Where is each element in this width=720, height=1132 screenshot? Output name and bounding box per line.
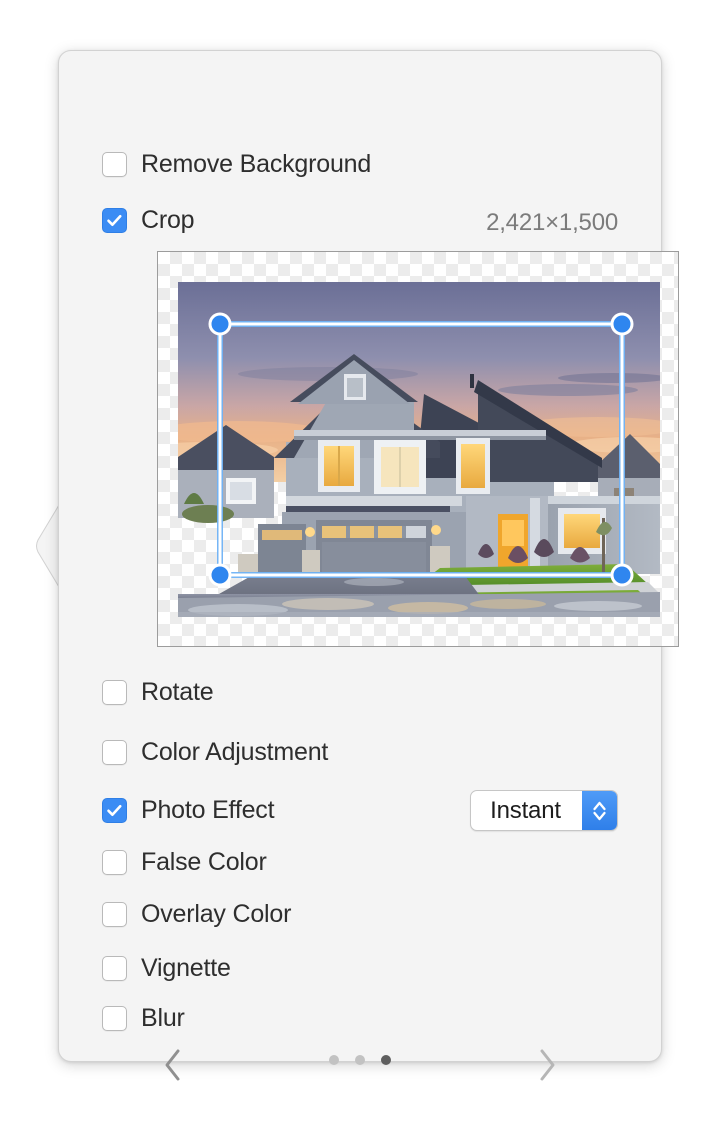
checkbox-crop[interactable]	[102, 207, 127, 233]
checkbox-row-remove-background[interactable]: Remove Background	[102, 149, 371, 179]
checkbox-row-blur[interactable]: Blur	[102, 1003, 185, 1033]
checkbox-label-rotate: Rotate	[141, 677, 214, 706]
checkbox-label-crop: Crop	[141, 205, 195, 234]
checkbox-color-adjustment[interactable]	[102, 739, 127, 765]
image-adjustments-popover: Remove Background Crop 2,421×1,500 Rotat…	[58, 50, 679, 1081]
checkbox-row-false-color[interactable]: False Color	[102, 847, 267, 877]
image-dimensions-label: 2,421×1,500	[486, 209, 618, 236]
checkbox-row-color-adjustment[interactable]: Color Adjustment	[102, 737, 328, 767]
preview-photo	[178, 282, 660, 617]
photo-effect-selected-value: Instant	[490, 796, 561, 824]
checkbox-label-remove-background: Remove Background	[141, 149, 372, 178]
crop-preview[interactable]	[157, 251, 679, 647]
checkbox-photo-effect[interactable]	[102, 797, 127, 823]
checkbox-remove-background[interactable]	[102, 151, 127, 177]
checkbox-label-vignette: Vignette	[141, 953, 231, 982]
photo-effect-popup-button[interactable]: Instant	[470, 790, 618, 831]
checkbox-row-crop[interactable]: Crop	[102, 205, 195, 235]
checkbox-overlay-color[interactable]	[102, 901, 127, 927]
checkbox-row-photo-effect[interactable]: Photo Effect	[102, 795, 275, 825]
checkbox-label-false-color: False Color	[141, 847, 267, 876]
screen: Remove Background Crop 2,421×1,500 Rotat…	[0, 0, 720, 1132]
checkbox-label-photo-effect: Photo Effect	[141, 795, 275, 824]
checkbox-label-overlay-color: Overlay Color	[141, 899, 292, 928]
checkbox-row-overlay-color[interactable]: Overlay Color	[102, 899, 291, 929]
page-dot-2[interactable]	[355, 1055, 365, 1065]
checkbox-label-color-adjustment: Color Adjustment	[141, 737, 329, 766]
page-dot-3[interactable]	[381, 1055, 391, 1065]
pager	[59, 1041, 661, 1089]
checkbox-row-rotate[interactable]: Rotate	[102, 677, 214, 707]
chevron-up-down-icon[interactable]	[582, 791, 617, 830]
checkbox-rotate[interactable]	[102, 679, 127, 705]
checkbox-blur[interactable]	[102, 1005, 127, 1031]
chevron-left-icon[interactable]	[149, 1041, 197, 1089]
checkbox-row-vignette[interactable]: Vignette	[102, 953, 231, 983]
checkbox-false-color[interactable]	[102, 849, 127, 875]
page-dot-1[interactable]	[329, 1055, 339, 1065]
chevron-right-icon[interactable]	[523, 1041, 571, 1089]
checkbox-vignette[interactable]	[102, 955, 127, 981]
checkbox-label-blur: Blur	[141, 1003, 185, 1032]
